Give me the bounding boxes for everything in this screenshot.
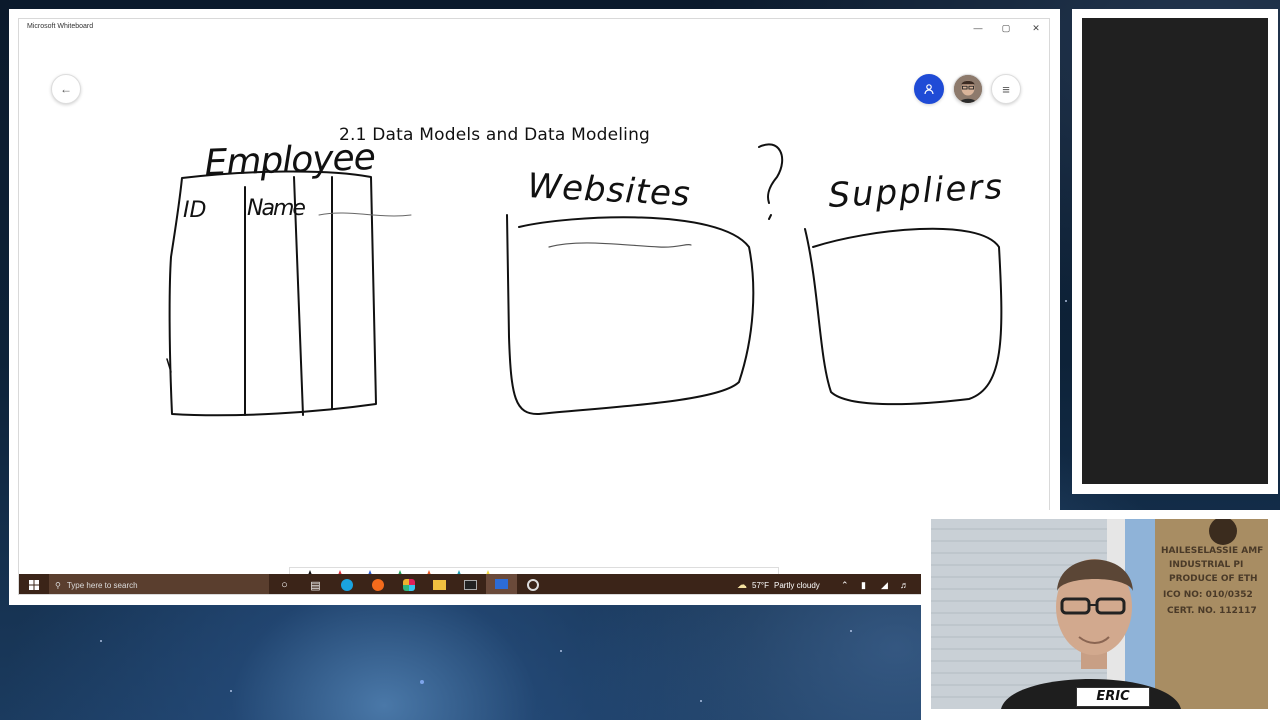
sack-text: INDUSTRIAL PI xyxy=(1169,560,1243,570)
network-icon[interactable]: ◢ xyxy=(881,574,888,594)
whiteboard-window: Microsoft Whiteboard — ▢ ✕ ← ≡ 2.1 Data … xyxy=(18,18,1050,595)
name-tag: ERIC xyxy=(1076,687,1150,707)
weather-widget[interactable]: ☁ 57°F Partly cloudy xyxy=(737,574,820,594)
minimize-button[interactable]: — xyxy=(971,21,985,35)
sack-text: CERT. NO. 112117 xyxy=(1167,606,1257,616)
window-title: Microsoft Whiteboard xyxy=(27,23,94,30)
sack-text: PRODUCE OF ETH xyxy=(1169,574,1258,584)
terminal-icon[interactable] xyxy=(455,574,486,594)
volume-icon[interactable]: ♬ xyxy=(900,574,909,594)
weather-desc: Partly cloudy xyxy=(773,580,820,590)
employee-label: Employee xyxy=(204,137,376,184)
taskbar-search-box[interactable]: ⚲ Type here to search xyxy=(49,574,269,594)
whiteboard-app-icon[interactable] xyxy=(486,574,517,594)
webcam-video: HAILESELASSIE AMF INDUSTRIAL PI PRODUCE … xyxy=(931,519,1268,709)
file-explorer-icon[interactable] xyxy=(424,574,455,594)
windows-logo-icon xyxy=(29,580,39,590)
suppliers-label: Suppliers xyxy=(827,167,1005,216)
maximize-button[interactable]: ▢ xyxy=(999,21,1013,35)
webcam-frame: HAILESELASSIE AMF INDUSTRIAL PI PRODUCE … xyxy=(921,510,1280,720)
close-button[interactable]: ✕ xyxy=(1029,21,1043,35)
edge-browser-icon[interactable] xyxy=(331,574,362,594)
question-mark-stroke xyxy=(758,143,784,220)
suppliers-table-outline xyxy=(804,227,1003,406)
side-panel-frame xyxy=(1072,9,1278,494)
websites-label: Websites xyxy=(527,166,692,214)
title-bar: Microsoft Whiteboard — ▢ ✕ xyxy=(19,19,1049,37)
battery-icon[interactable]: ▮ xyxy=(861,574,866,594)
windows-taskbar: ⚲ Type here to search ○ ▤ ☁ 57°F Partly … xyxy=(19,574,1049,594)
slack-icon[interactable] xyxy=(393,574,424,594)
search-placeholder: Type here to search xyxy=(66,580,138,590)
chevron-up-icon[interactable]: ⌃ xyxy=(841,574,849,594)
weather-temp: 57°F xyxy=(752,580,769,590)
sack-text: HAILESELASSIE AMF xyxy=(1161,546,1263,556)
ink-drawing[interactable]: Employee ID Name Websites Suppliers xyxy=(19,37,1050,574)
cloud-sun-icon: ☁ xyxy=(737,579,747,591)
id-column-label: ID xyxy=(183,198,206,223)
side-black-panel xyxy=(1082,18,1268,484)
obs-icon[interactable] xyxy=(517,574,548,594)
sack-text: ICO NO: 010/0352 xyxy=(1163,590,1253,600)
cortana-icon[interactable]: ○ xyxy=(269,574,300,594)
webcam-scene: HAILESELASSIE AMF INDUSTRIAL PI PRODUCE … xyxy=(931,519,1268,709)
start-button[interactable] xyxy=(19,574,49,594)
name-column-label: Name xyxy=(247,196,305,221)
search-icon: ⚲ xyxy=(55,580,61,590)
firefox-icon[interactable] xyxy=(362,574,393,594)
whiteboard-canvas[interactable]: ← ≡ 2.1 Data Models and Data Modeling Em… xyxy=(19,37,1050,593)
task-view-icon[interactable]: ▤ xyxy=(300,574,331,594)
